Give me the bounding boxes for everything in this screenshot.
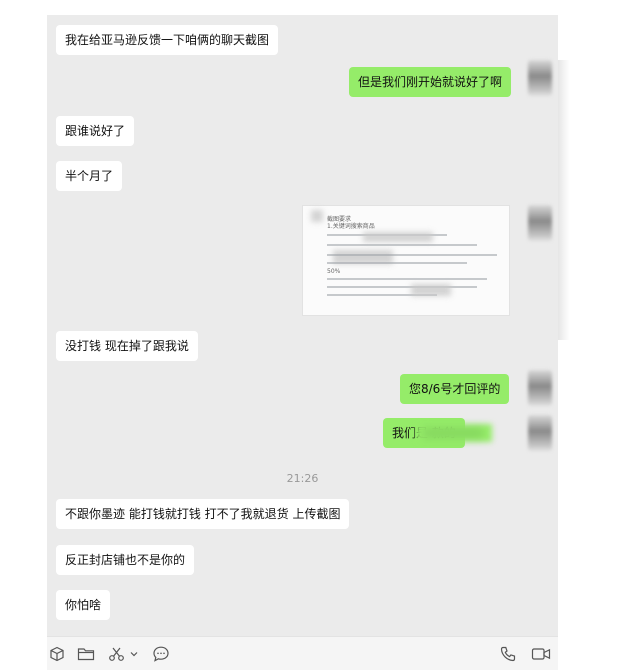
folder-icon[interactable]: [76, 644, 96, 664]
image-message[interactable]: 截图要求 1.关键词搜索商品 50%: [302, 205, 510, 316]
message-text: 半个月了: [65, 169, 114, 183]
message-bubble-9: 反正封店铺也不是你的: [56, 545, 195, 575]
message-text: 但是我们刚开始就说好了啊: [358, 75, 503, 89]
video-icon[interactable]: [531, 644, 551, 664]
box-icon[interactable]: [47, 644, 67, 664]
avatar[interactable]: [528, 415, 552, 451]
chat-bubble-icon[interactable]: [151, 644, 171, 664]
message-bubble-1: 我在给亚马逊反馈一下咱俩的聊天截图: [56, 25, 279, 55]
message-bubble-3: 跟谁说好了: [56, 116, 135, 146]
message-text: 不跟你墨迹 能打钱就打钱 打不了我就退货 上传截图: [65, 507, 341, 521]
message-timestamp: 21:26: [286, 472, 319, 485]
message-text: 你怕啥: [65, 598, 102, 612]
message-text: 没打钱 现在掉了跟我说: [65, 339, 189, 353]
message-bubble-5: 没打钱 现在掉了跟我说: [56, 331, 198, 361]
message-text: 您8/6号才回评的: [409, 382, 501, 396]
message-bubble-2: 但是我们刚开始就说好了啊: [349, 67, 512, 97]
avatar[interactable]: [528, 60, 552, 96]
image-text-line: 1.关键词搜索商品: [327, 223, 375, 230]
message-bubble-8: 不跟你墨迹 能打钱就打钱 打不了我就退货 上传截图: [56, 499, 350, 529]
image-text-line: 50%: [327, 268, 341, 275]
message-bubble-6: 您8/6号才回评的: [400, 374, 510, 404]
chevron-down-icon[interactable]: [128, 644, 140, 664]
chat-panel: 我在给亚马逊反馈一下咱俩的聊天截图 但是我们刚开始就说好了啊 跟谁说好了 半个月…: [47, 15, 558, 636]
avatar[interactable]: [528, 370, 552, 406]
panel-edge-shadow: [558, 60, 570, 340]
message-text: 反正封店铺也不是你的: [65, 553, 186, 567]
message-text: 我在给亚马逊反馈一下咱俩的聊天截图: [65, 33, 270, 47]
message-bubble-4: 半个月了: [56, 161, 123, 191]
image-text-line: 截图要求: [327, 216, 352, 223]
scissors-icon[interactable]: [107, 644, 127, 664]
avatar[interactable]: [528, 205, 552, 241]
chat-toolbar: [47, 636, 558, 670]
message-bubble-10: 你怕啥: [56, 590, 111, 620]
message-text: 跟谁说好了: [65, 124, 126, 138]
phone-icon[interactable]: [498, 644, 518, 664]
message-bubble-7: 我们是 款的: [383, 418, 492, 448]
